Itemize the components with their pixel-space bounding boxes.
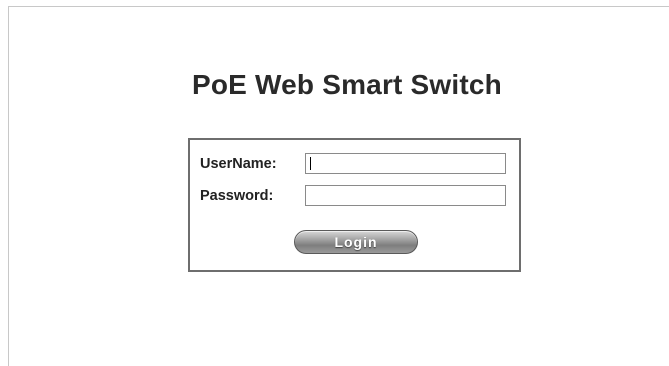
username-label: UserName: <box>200 156 277 172</box>
password-input[interactable] <box>305 185 506 206</box>
text-cursor <box>310 157 311 170</box>
page-frame: PoE Web Smart Switch UserName: Password:… <box>8 6 669 366</box>
login-button[interactable]: Login <box>294 230 418 254</box>
password-row: Password: <box>200 185 304 207</box>
username-row: UserName: <box>200 153 304 175</box>
login-form: UserName: Password: Login <box>188 138 521 272</box>
username-input[interactable] <box>305 153 506 174</box>
password-label: Password: <box>200 188 274 204</box>
page-title: PoE Web Smart Switch <box>192 69 502 100</box>
